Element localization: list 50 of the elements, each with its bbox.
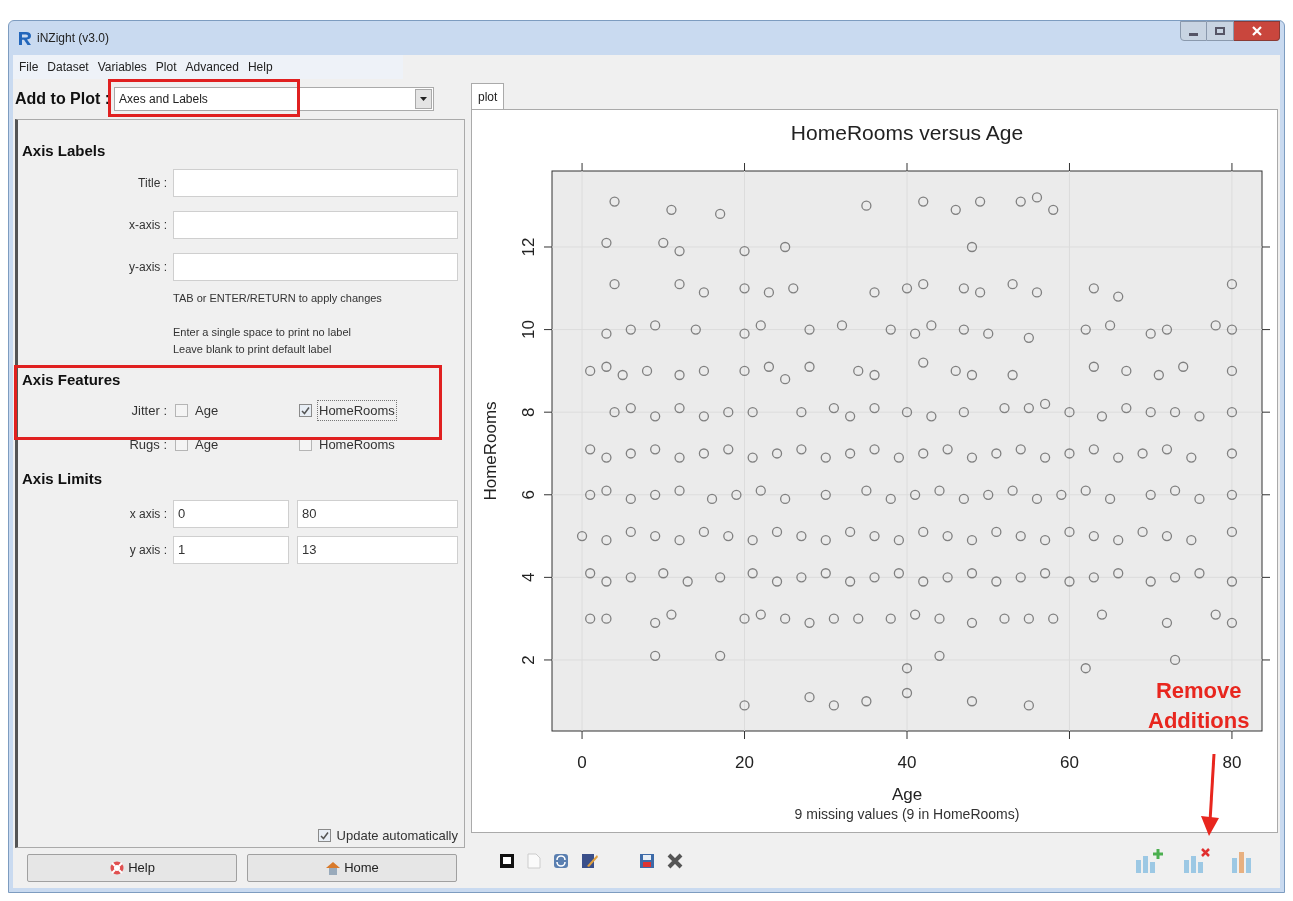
y-tick-label: 2 <box>519 655 538 665</box>
field-label: x-axis : <box>128 216 167 234</box>
hint-text: Enter a single space to print no label <box>173 325 352 340</box>
menu-item[interactable]: Plot <box>155 58 177 76</box>
checkbox-label: Age <box>194 401 220 420</box>
input-field[interactable]: 80 <box>297 500 458 528</box>
field-label: x axis : <box>128 506 167 523</box>
callout-line: Remove <box>1155 677 1242 705</box>
field-label: y axis : <box>128 542 167 559</box>
help-button[interactable]: Help <box>27 854 237 882</box>
checkbox-label: Update automatically <box>336 826 458 845</box>
x-tick-label: 60 <box>1060 753 1079 772</box>
x-tick-label: 40 <box>897 753 917 772</box>
section-heading: Axis Labels <box>22 141 107 161</box>
input-field[interactable]: 13 <box>297 536 458 564</box>
field-label: Rugs : <box>128 435 167 454</box>
section-heading: Axis Features <box>22 370 122 390</box>
y-axis-label: HomeRooms <box>481 401 500 501</box>
menu-item[interactable]: Variables <box>97 58 147 76</box>
tab[interactable]: plot <box>471 83 505 109</box>
x-tick-label: 0 <box>577 753 587 772</box>
y-tick-label: 8 <box>519 407 538 417</box>
menu-item[interactable]: File <box>19 58 39 76</box>
menu-item[interactable]: Dataset <box>47 58 89 76</box>
y-tick-label: 6 <box>519 490 538 500</box>
y-tick-label: 4 <box>519 572 538 583</box>
section-heading: Axis Limits <box>22 468 104 489</box>
checkbox-label: HomeRooms <box>318 435 396 454</box>
callout-line: Additions <box>1148 707 1250 735</box>
checkbox-label: HomeRooms <box>318 400 396 421</box>
y-tick-label: 12 <box>519 237 538 257</box>
chart-title: HomeRooms versus Age <box>790 121 1024 144</box>
x-axis-label: Age <box>891 785 923 804</box>
window-title: iNZight (v3.0) <box>37 30 110 47</box>
hint-text: TAB or ENTER/RETURN to apply changes <box>173 290 383 306</box>
checkbox-label: Age <box>194 435 220 454</box>
menu-item[interactable]: Help <box>247 58 273 76</box>
home-button[interactable]: Home <box>247 854 457 882</box>
hint-text: Leave blank to print default label <box>173 341 333 357</box>
menu-item[interactable]: Advanced <box>185 58 239 76</box>
plot-additions-dropdown[interactable]: Axes and Labels <box>114 87 435 111</box>
field-label: y-axis : <box>128 258 167 276</box>
chart-note: 9 missing values (9 in HomeRooms) <box>794 806 1020 822</box>
input-field[interactable]: 0 <box>173 500 289 528</box>
x-tick-label: 20 <box>735 753 754 772</box>
x-tick-label: 80 <box>1222 753 1242 772</box>
field-label: Title : <box>137 174 167 192</box>
field-label: Jitter : <box>130 401 167 420</box>
y-tick-label: 10 <box>519 320 538 340</box>
input-field[interactable]: 1 <box>173 536 289 564</box>
